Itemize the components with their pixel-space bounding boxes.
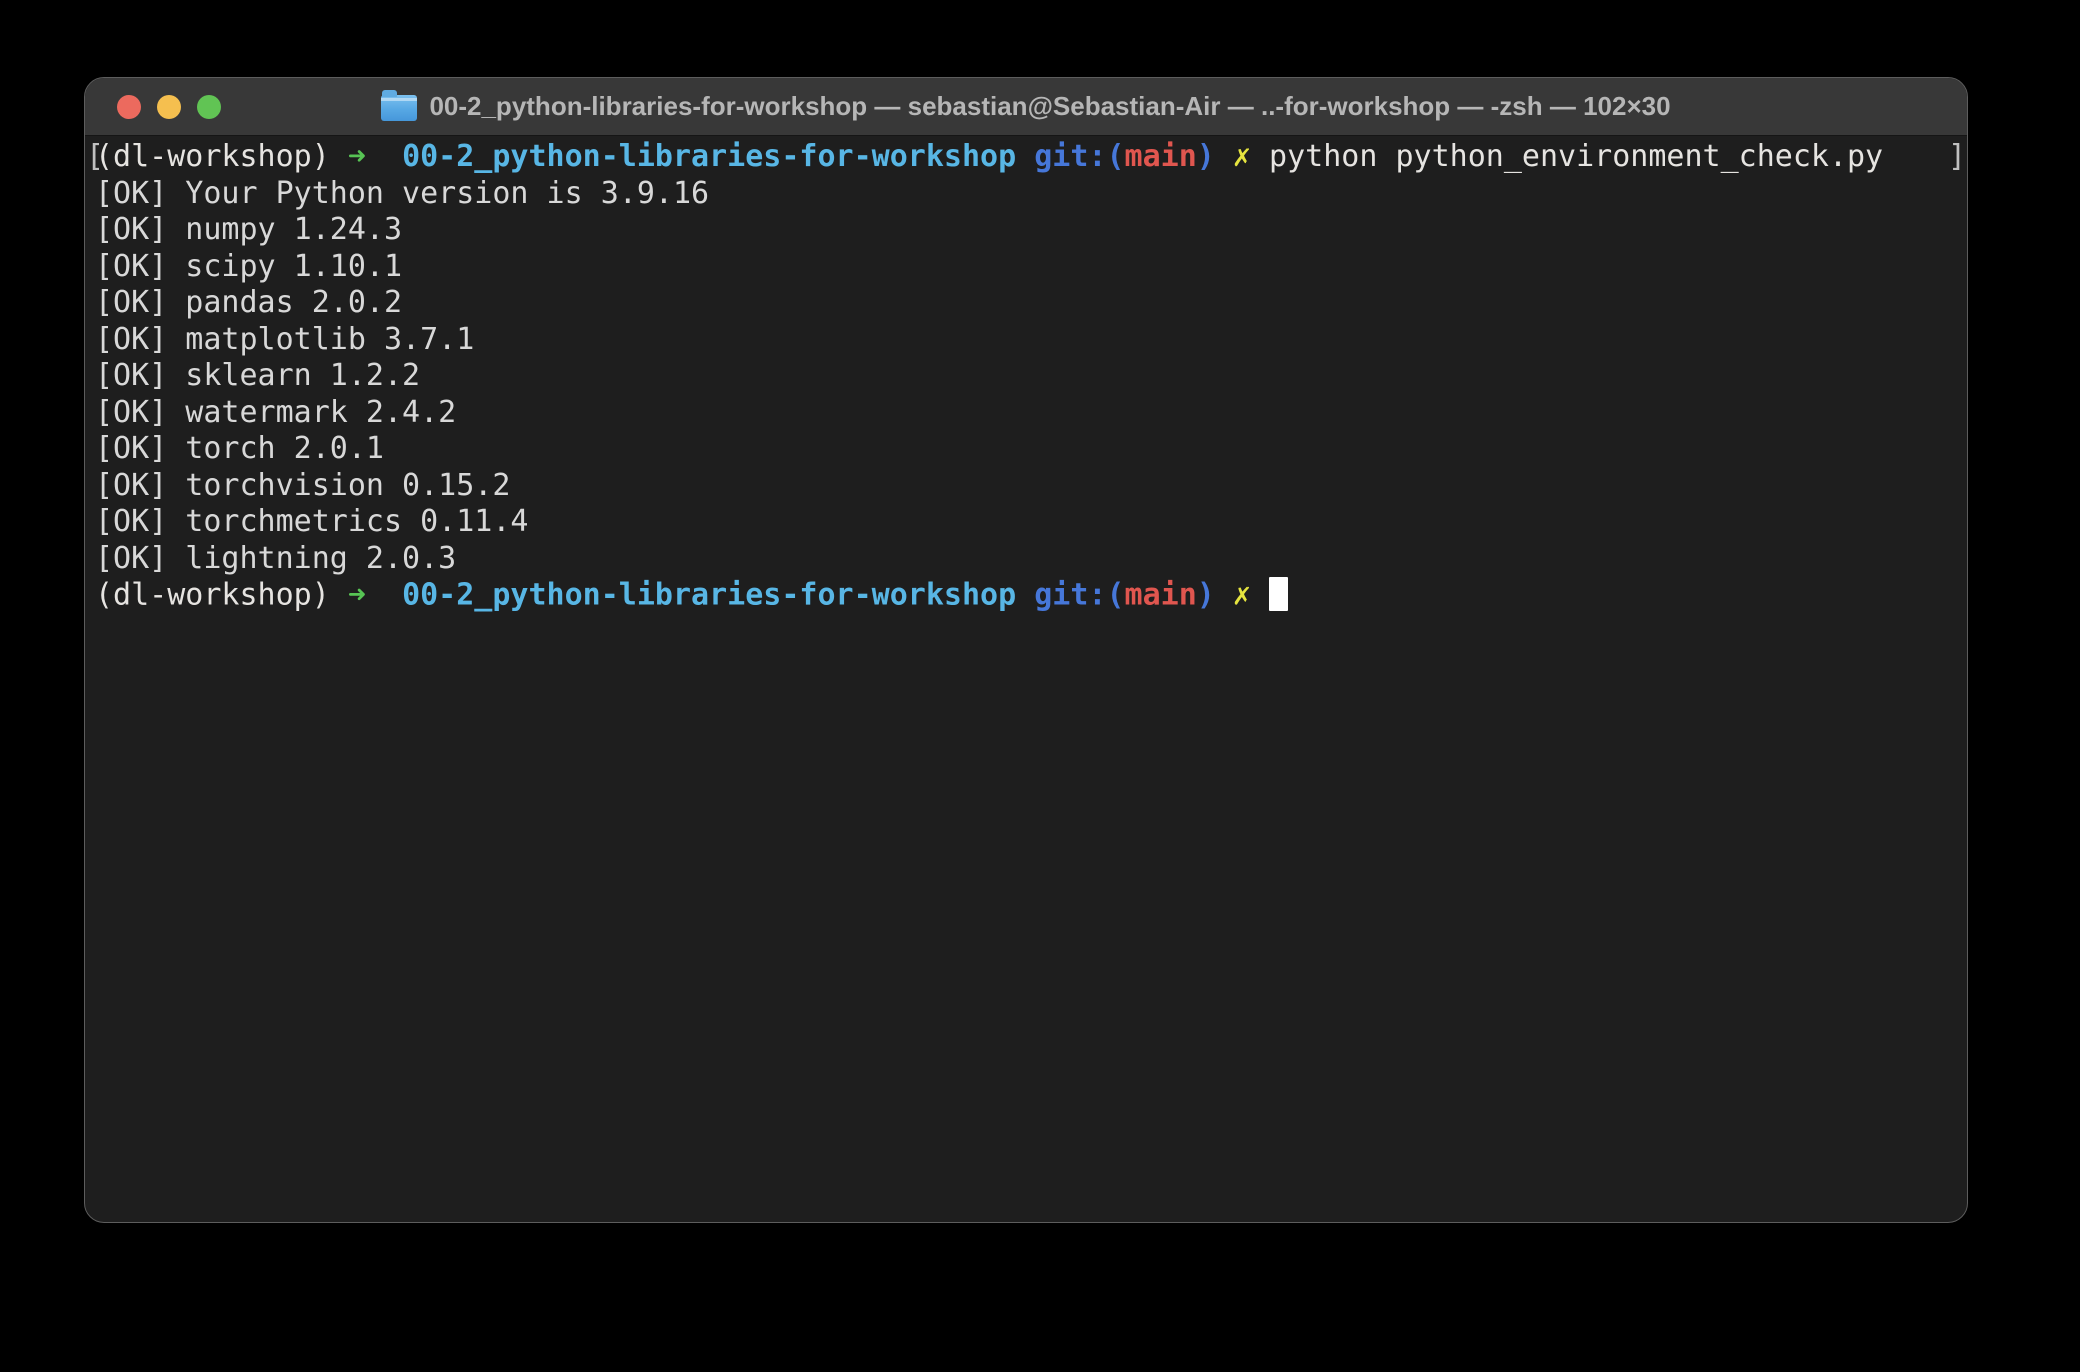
terminal-window: 00-2_python-libraries-for-workshop — seb… xyxy=(84,77,1968,1223)
terminal-line: [OK] watermark 2.4.2 xyxy=(95,395,1957,432)
terminal-text-segment xyxy=(1016,578,1034,613)
terminal-line: [OK] torchvision 0.15.2 xyxy=(95,468,1957,505)
terminal-text-segment: [OK] torchvision 0.15.2 xyxy=(95,468,510,503)
terminal-text-segment: git:( xyxy=(1034,139,1124,174)
command-mark-right: ] xyxy=(1948,139,1966,176)
terminal-text-segment: [OK] Your Python version is 3.9.16 xyxy=(95,176,709,211)
terminal-text-segment: python python_environment_check.py xyxy=(1251,139,1883,174)
command-mark-left: [ xyxy=(86,139,104,176)
terminal-text-segment: [OK] lightning 2.0.3 xyxy=(95,541,456,576)
terminal-text-segment: ✗ xyxy=(1233,139,1251,174)
minimize-button[interactable] xyxy=(157,95,181,119)
terminal-text-segment: [OK] watermark 2.4.2 xyxy=(95,395,456,430)
terminal-line: [OK] sklearn 1.2.2 xyxy=(95,358,1957,395)
terminal-text-segment: git:( xyxy=(1034,578,1124,613)
terminal-line: [OK] torchmetrics 0.11.4 xyxy=(95,504,1957,541)
terminal-text-segment: ➜ xyxy=(348,139,366,174)
terminal-text-segment: main xyxy=(1125,578,1197,613)
terminal-line: (dl-workshop) ➜ 00-2_python-libraries-fo… xyxy=(95,577,1957,614)
titlebar-title-group: 00-2_python-libraries-for-workshop — seb… xyxy=(381,91,1670,122)
terminal-line: [OK] Your Python version is 3.9.16 xyxy=(95,176,1957,213)
zoom-button[interactable] xyxy=(197,95,221,119)
terminal-text-segment xyxy=(366,578,402,613)
folder-icon xyxy=(381,95,417,121)
terminal-text-segment: [OK] torchmetrics 0.11.4 xyxy=(95,504,528,539)
terminal-text-segment: [OK] numpy 1.24.3 xyxy=(95,212,402,247)
terminal-text-segment: ) xyxy=(1197,578,1233,613)
terminal-text-segment: ➜ xyxy=(348,578,366,613)
terminal-line: [OK] numpy 1.24.3 xyxy=(95,212,1957,249)
terminal-text-segment: (dl-workshop) xyxy=(95,578,348,613)
terminal-text-segment xyxy=(1251,578,1269,613)
terminal-text-segment xyxy=(366,139,402,174)
terminal-line: [OK] lightning 2.0.3 xyxy=(95,541,1957,578)
terminal-text-segment: 00-2_python-libraries-for-workshop xyxy=(402,578,1016,613)
terminal-text-segment: [OK] pandas 2.0.2 xyxy=(95,285,402,320)
terminal-text-segment: [OK] torch 2.0.1 xyxy=(95,431,384,466)
terminal-text-segment xyxy=(1016,139,1034,174)
terminal-text-segment: main xyxy=(1125,139,1197,174)
terminal-text-segment: ✗ xyxy=(1233,578,1251,613)
terminal-line: [OK] matplotlib 3.7.1 xyxy=(95,322,1957,359)
traffic-lights xyxy=(117,78,221,135)
terminal-text-segment: 00-2_python-libraries-for-workshop xyxy=(402,139,1016,174)
terminal-line: [(dl-workshop) ➜ 00-2_python-libraries-f… xyxy=(95,139,1957,176)
terminal-line: [OK] torch 2.0.1 xyxy=(95,431,1957,468)
terminal-line: [OK] scipy 1.10.1 xyxy=(95,249,1957,286)
window-titlebar[interactable]: 00-2_python-libraries-for-workshop — seb… xyxy=(85,78,1967,136)
terminal-line: [OK] pandas 2.0.2 xyxy=(95,285,1957,322)
terminal-screen[interactable]: [(dl-workshop) ➜ 00-2_python-libraries-f… xyxy=(85,136,1967,614)
close-button[interactable] xyxy=(117,95,141,119)
terminal-text-segment: (dl-workshop) xyxy=(95,139,348,174)
window-title: 00-2_python-libraries-for-workshop — seb… xyxy=(429,91,1670,122)
terminal-text-segment: [OK] sklearn 1.2.2 xyxy=(95,358,420,393)
terminal-text-segment: ) xyxy=(1197,139,1233,174)
terminal-cursor xyxy=(1269,577,1288,611)
terminal-text-segment: [OK] scipy 1.10.1 xyxy=(95,249,402,284)
terminal-text-segment: [OK] matplotlib 3.7.1 xyxy=(95,322,474,357)
desktop-background: 00-2_python-libraries-for-workshop — seb… xyxy=(0,0,2080,1372)
